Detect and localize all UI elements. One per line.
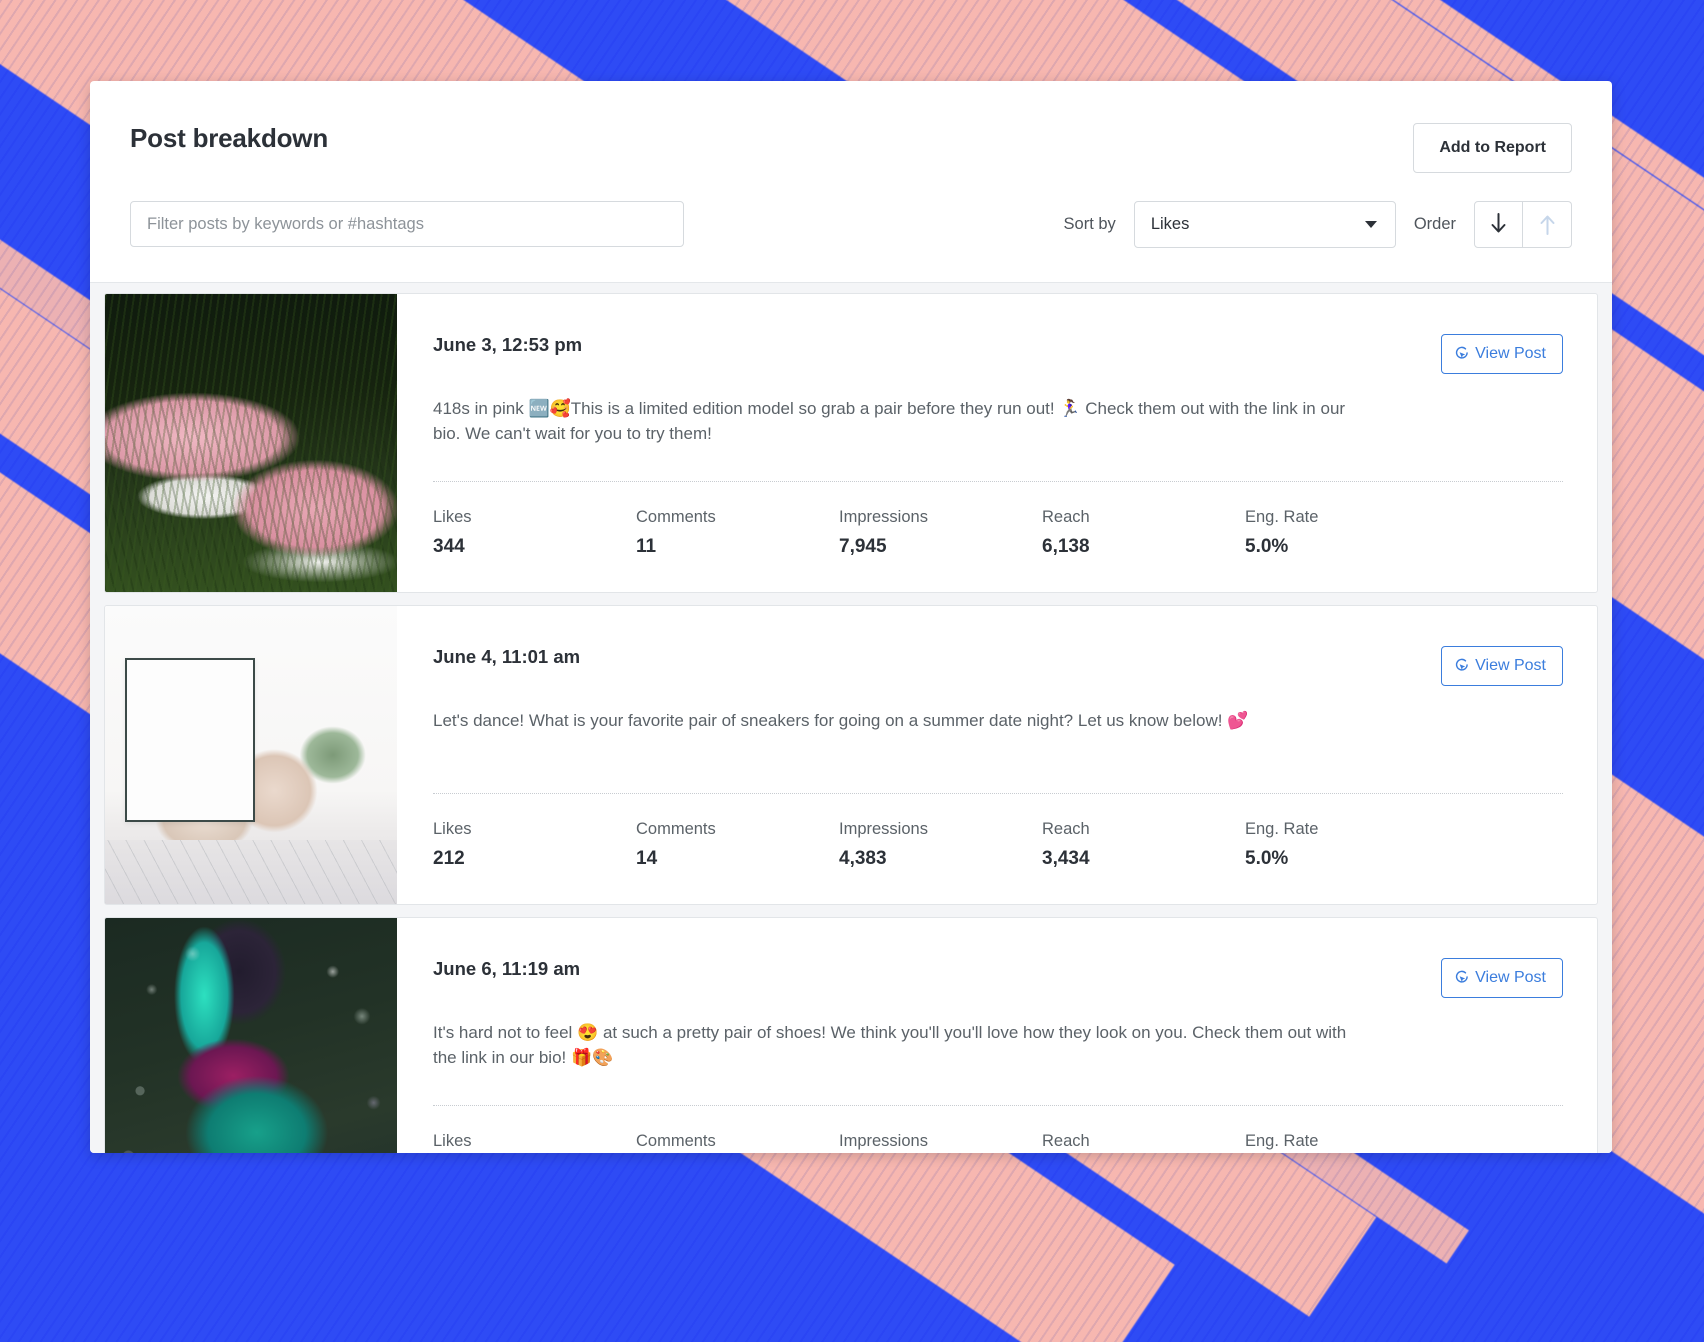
metric-label: Comments <box>636 507 716 526</box>
post-date: June 6, 11:19 am <box>433 957 581 979</box>
metric-label: Likes <box>433 1131 472 1150</box>
post-caption: 418s in pink 🆕🥰This is a limited edition… <box>433 398 1346 444</box>
sort-by-label: Sort by <box>1063 214 1116 233</box>
metric-value: 4,383 <box>839 847 887 869</box>
view-post-label: View Post <box>1475 656 1546 674</box>
metric-label: Impressions <box>839 507 928 526</box>
metric-label: Reach <box>1042 1131 1090 1150</box>
post-date: June 3, 12:53 pm <box>433 333 583 355</box>
metric-label: Impressions <box>839 1131 928 1150</box>
post-metrics: Likes 323 Comments 12 Impressions 7,028 … <box>433 1104 1563 1153</box>
metric-likes: Likes 344 <box>433 508 636 558</box>
metric-comments: Comments 14 <box>636 820 839 870</box>
metric-likes: Likes 212 <box>433 820 636 870</box>
metric-value: 6,138 <box>1042 535 1090 557</box>
metric-reach: Reach 6,138 <box>1042 508 1245 558</box>
metric-label: Impressions <box>839 819 928 838</box>
view-post-button[interactable]: View Post <box>1441 645 1563 686</box>
metric-value: 5.0% <box>1245 847 1289 869</box>
filter-posts-input[interactable] <box>130 201 684 248</box>
metric-value: 14 <box>636 847 658 869</box>
metric-value: 5.0% <box>1245 535 1289 557</box>
post-metrics: Likes 344 Comments 11 Impressions 7,945 … <box>433 480 1563 592</box>
metric-value: 212 <box>433 847 465 869</box>
order-label: Order <box>1413 214 1456 233</box>
order-toggle-group <box>1474 200 1572 248</box>
sort-controls: Sort by Likes Order <box>1063 200 1572 248</box>
cursor-click-icon <box>1456 658 1468 671</box>
metric-impressions: Impressions 7,945 <box>839 508 1042 558</box>
post-details: June 4, 11:01 am View Post Let's dance! … <box>397 606 1597 904</box>
view-post-label: View Post <box>1475 344 1546 362</box>
metric-label: Reach <box>1042 819 1090 838</box>
order-ascending-button[interactable] <box>1523 200 1572 248</box>
post-header: June 3, 12:53 pm View Post <box>433 333 1563 374</box>
metric-label: Likes <box>433 507 472 526</box>
post-details: June 6, 11:19 am View Post It's hard not… <box>397 918 1597 1153</box>
metric-value: 7,945 <box>839 535 887 557</box>
post-breakdown-panel: Post breakdown Add to Report Sort by Lik… <box>90 81 1612 1153</box>
metric-value: 344 <box>433 535 465 557</box>
view-post-label: View Post <box>1475 968 1546 986</box>
metric-comments: Comments 11 <box>636 508 839 558</box>
page-title: Post breakdown <box>130 123 329 153</box>
metric-label: Eng. Rate <box>1245 819 1319 838</box>
cursor-click-icon <box>1456 346 1468 359</box>
post-list: June 3, 12:53 pm View Post 418s in pink … <box>90 282 1612 1153</box>
metric-impressions: Impressions 7,028 <box>839 1132 1042 1153</box>
metric-label: Eng. Rate <box>1245 507 1319 526</box>
post-date: June 4, 11:01 am <box>433 645 581 667</box>
post-metrics: Likes 212 Comments 14 Impressions 4,383 … <box>433 792 1563 904</box>
arrow-down-icon <box>1491 213 1506 233</box>
post-thumbnail[interactable] <box>105 605 397 904</box>
metric-eng-rate: Eng. Rate 5.0% <box>1245 1132 1318 1153</box>
metric-likes: Likes 323 <box>433 1132 636 1153</box>
post-thumbnail[interactable] <box>105 917 397 1153</box>
post-card[interactable]: June 4, 11:01 am View Post Let's dance! … <box>104 604 1598 905</box>
cursor-click-icon <box>1456 970 1468 983</box>
filter-toolbar: Sort by Likes Order <box>90 173 1612 283</box>
post-details: June 3, 12:53 pm View Post 418s in pink … <box>397 294 1597 592</box>
panel-header: Post breakdown Add to Report <box>90 81 1612 173</box>
metric-impressions: Impressions 4,383 <box>839 820 1042 870</box>
metric-value: 11 <box>636 535 657 557</box>
metric-label: Comments <box>636 1131 716 1150</box>
add-to-report-button[interactable]: Add to Report <box>1413 123 1572 173</box>
post-caption: It's hard not to feel 😍 at such a pretty… <box>433 1022 1347 1068</box>
metric-label: Likes <box>433 819 472 838</box>
chevron-down-icon <box>1364 220 1377 228</box>
post-card[interactable]: June 6, 11:19 am View Post It's hard not… <box>104 916 1598 1153</box>
order-descending-button[interactable] <box>1474 200 1523 248</box>
metric-label: Comments <box>636 819 716 838</box>
view-post-button[interactable]: View Post <box>1441 957 1563 998</box>
metric-eng-rate: Eng. Rate 5.0% <box>1245 820 1318 870</box>
arrow-up-icon <box>1540 215 1554 236</box>
metric-eng-rate: Eng. Rate 5.0% <box>1245 508 1318 558</box>
metric-reach: Reach 5,542 <box>1042 1132 1245 1153</box>
metric-label: Reach <box>1042 507 1090 526</box>
sort-by-select[interactable]: Likes <box>1133 200 1396 248</box>
metric-label: Eng. Rate <box>1245 1131 1319 1150</box>
view-post-button[interactable]: View Post <box>1441 333 1563 374</box>
post-header: June 4, 11:01 am View Post <box>433 645 1563 686</box>
sort-by-value: Likes <box>1150 214 1190 233</box>
post-card[interactable]: June 3, 12:53 pm View Post 418s in pink … <box>104 292 1598 593</box>
post-caption: Let's dance! What is your favorite pair … <box>433 710 1249 730</box>
metric-value: 3,434 <box>1042 847 1090 869</box>
metric-reach: Reach 3,434 <box>1042 820 1245 870</box>
metric-comments: Comments 12 <box>636 1132 839 1153</box>
post-thumbnail[interactable] <box>105 293 397 592</box>
post-header: June 6, 11:19 am View Post <box>433 957 1563 998</box>
